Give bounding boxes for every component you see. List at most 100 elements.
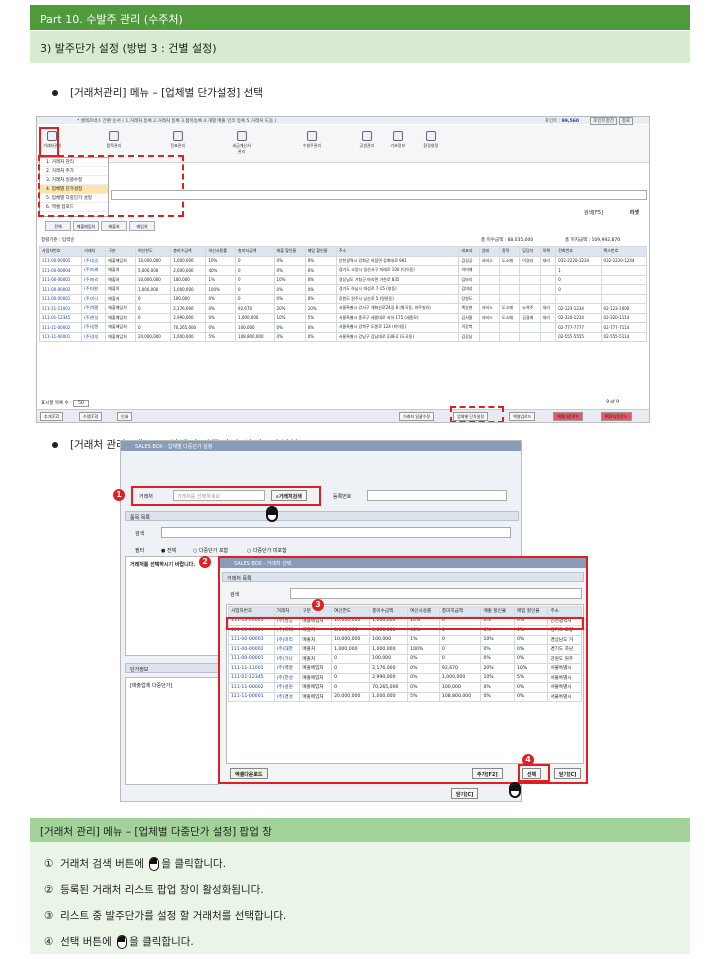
step-2: ② 등록된 거래처 리스트 팝업 창이 활성화됩니다.: [44, 884, 264, 896]
tab-all[interactable]: 전체: [45, 221, 71, 231]
bullet-1: [거래처관리] 메뉴 – [업체별 단가설정] 선택: [52, 85, 263, 100]
table-cell: 뉴욕주: [519, 303, 541, 314]
table-row[interactable]: 111-00-00001 (주)가나 매출처 0 100,000 0% 0 0% 0% 강원도 원…: [38, 293, 648, 304]
table-cell: 0%: [480, 691, 515, 702]
print-button[interactable]: 인쇄: [117, 412, 133, 421]
ribbon-button[interactable]: 수발주관리: [301, 129, 323, 155]
add-client-button[interactable]: 추가[F2]: [472, 768, 503, 779]
select-button[interactable]: 선택: [522, 768, 542, 779]
table-cell: [600, 274, 648, 285]
table-cell: 108,800,000: [235, 331, 275, 342]
table-cell: 1,000,000: [369, 691, 409, 702]
table-cell: 111-11-00002: [228, 682, 275, 693]
table-row[interactable]: 111-00-00004 (주)미래 매출처 5,000,000 2,000,000 40…: [38, 265, 648, 276]
price-info-column: [매출업체 다중단가]: [130, 683, 173, 689]
excel-download-button[interactable]: 엑셀다운로드: [230, 768, 268, 779]
step-3: ③ 리스트 중 발주단가를 설정 할 거래처를 선택합니다.: [44, 910, 287, 922]
table-cell: 대리: [539, 312, 557, 323]
client-search-input[interactable]: [290, 588, 582, 599]
search-bar[interactable]: [111, 190, 647, 200]
table-row[interactable]: 111-00-00002 (주)대한 매출처 1,000,000 1,000,000 10…: [228, 644, 582, 655]
client-input[interactable]: 거래처를 선택하세요: [173, 490, 265, 501]
table-row[interactable]: 111-01-12345 (주)한성 매출매입처 0 2,990,000 0% 1,000,…: [228, 672, 582, 683]
add-button[interactable]: 추가[F2]: [40, 412, 64, 421]
reset-button[interactable]: 리셋: [630, 209, 639, 216]
highlight-selected-row: [226, 617, 584, 630]
ribbon-button[interactable]: 전표관리: [167, 129, 189, 155]
ribbon-button[interactable]: 공생관리: [356, 129, 378, 155]
highlight-menu-dropdown: [38, 155, 184, 217]
page-size-select[interactable]: 50: [73, 400, 89, 407]
table-cell: 0%: [304, 274, 337, 285]
close-select-button[interactable]: 닫기[C]: [554, 768, 582, 779]
table-row[interactable]: 111-11-11001 (주)백평 매출매입처 0 2,176,000 0% 92,670…: [228, 663, 582, 674]
filter-label: 필터: [135, 548, 145, 554]
item-list-header: 품목 목록: [125, 511, 519, 521]
point-display: 포인트 : 99,560: [544, 119, 579, 124]
table-cell: [555, 293, 602, 304]
tab-sales[interactable]: 매출처: [101, 221, 127, 231]
table-row[interactable]: 111-01-12345 (주)한성 매출매입처 0 2,990,000 0% 1,000,…: [38, 312, 648, 323]
ribbon-button[interactable]: 환경설정: [420, 129, 442, 155]
search-button[interactable]: 검색[F5]: [584, 209, 603, 216]
table-cell: 매출처: [299, 653, 333, 664]
table-row[interactable]: 111-00-00001 (주)가나 매출처 0 100,000 0% 0 0% 0% 강원도 원…: [228, 653, 582, 664]
table-cell: 0: [331, 682, 371, 693]
filter-exclude[interactable]: ○ 다중단가 미포함: [247, 547, 287, 554]
table-row[interactable]: 111-00-00003 (주)마리 매출처 10,000,000 100,000 1% 0…: [228, 634, 582, 645]
table-row[interactable]: 111-00-00003 (주)마리 매출처 10,000,000 100,000 1% 0…: [38, 274, 648, 285]
excel-download-button[interactable]: 엑셀다운로드: [553, 412, 584, 421]
ribbon-button[interactable]: 기초정보: [387, 129, 409, 155]
table-cell: 이미래: [458, 265, 480, 276]
ribbon-label: 전표관리: [170, 143, 186, 148]
table-cell: (주)대한: [81, 284, 107, 295]
table-cell: [498, 274, 521, 285]
table-cell: 1,000,000: [134, 284, 172, 295]
table-cell: [498, 284, 521, 295]
table-cell: [519, 331, 541, 342]
point-charge-button[interactable]: 포인트충전: [590, 117, 617, 125]
table-cell: 0%: [513, 653, 549, 664]
table-cell: 111-00-00005: [38, 255, 83, 266]
client-search-button[interactable]: ⌕거래처검색: [271, 490, 307, 501]
filter-all[interactable]: ● 전체: [161, 547, 176, 554]
table-cell: 111-01-12345: [228, 672, 275, 683]
ribbon-button[interactable]: 세금계산서관리: [231, 129, 253, 155]
table-cell: (주)경성: [81, 331, 107, 342]
table-cell: (주)한성: [273, 672, 301, 683]
table-cell: 매출처: [105, 284, 136, 295]
table-row[interactable]: 111-00-00002 (주)대한 매출처 1,000,000 1,000,000 10…: [38, 284, 648, 295]
table-row[interactable]: 111-11-00002 (주)성원 매출매입처 0 70,265,000 0% 100,0…: [228, 682, 582, 693]
table-cell: 111-11-00002: [38, 322, 83, 333]
reg-no-input[interactable]: [367, 490, 507, 501]
table-cell: 대리: [539, 255, 557, 266]
item-search-input[interactable]: [161, 527, 511, 538]
exit-button[interactable]: 종료: [618, 117, 633, 125]
ribbon-button[interactable]: 품목관리: [103, 129, 125, 155]
pdf-download-button[interactable]: PDF다운로드: [601, 412, 632, 421]
column-header: 거래처: [273, 606, 301, 617]
column-header: 전화번호: [555, 246, 602, 257]
table-row[interactable]: 111-11-11001 (주)백평 매출매입처 0 2,176,000 0% 92,670…: [38, 303, 648, 314]
bottom-toolbar: 추가[F2] 수정[F3] 인쇄 거래처 일괄수정 업체별 단가설정 엑셀업로드…: [37, 409, 649, 422]
table-row[interactable]: 111-11-00001 (주)경성 매출매입처 20,000,000 1,000,00…: [38, 331, 648, 342]
bulk-edit-button[interactable]: 거래처 일괄수정: [399, 412, 435, 421]
table-cell: 서울특별시: [547, 663, 582, 674]
table-row[interactable]: 111-00-00005 (주)성공 매출매입처 10,000,000 1,000,00…: [38, 255, 648, 266]
close-button[interactable]: 닫기[C]: [451, 788, 479, 799]
ribbon-icon: [172, 131, 183, 141]
table-cell: 100,000: [369, 634, 409, 645]
excel-upload-button[interactable]: 엑셀업로드: [509, 412, 536, 421]
tab-sales-purchase[interactable]: 매출매입처: [73, 221, 99, 231]
tab-purchase[interactable]: 매입처: [129, 221, 155, 231]
table-row[interactable]: 111-11-00002 (주)성원 매출매입처 0 70,265,000 0% 100,0…: [38, 322, 648, 333]
table-row[interactable]: 111-11-00001 (주)경성 매출매입처 20,000,000 1,000,00…: [228, 691, 582, 702]
column-header: 매입 할인율: [304, 246, 337, 257]
column-header: 총미수금액: [369, 606, 409, 617]
pager[interactable]: 9 of 9: [606, 400, 619, 405]
table-cell: 100,000: [170, 293, 207, 304]
edit-button[interactable]: 수정[F3]: [79, 412, 103, 421]
table-cell: 0%: [304, 322, 337, 333]
filter-include[interactable]: ○ 다중단가 포함: [193, 547, 228, 554]
table-cell: (주)한성: [81, 312, 107, 323]
